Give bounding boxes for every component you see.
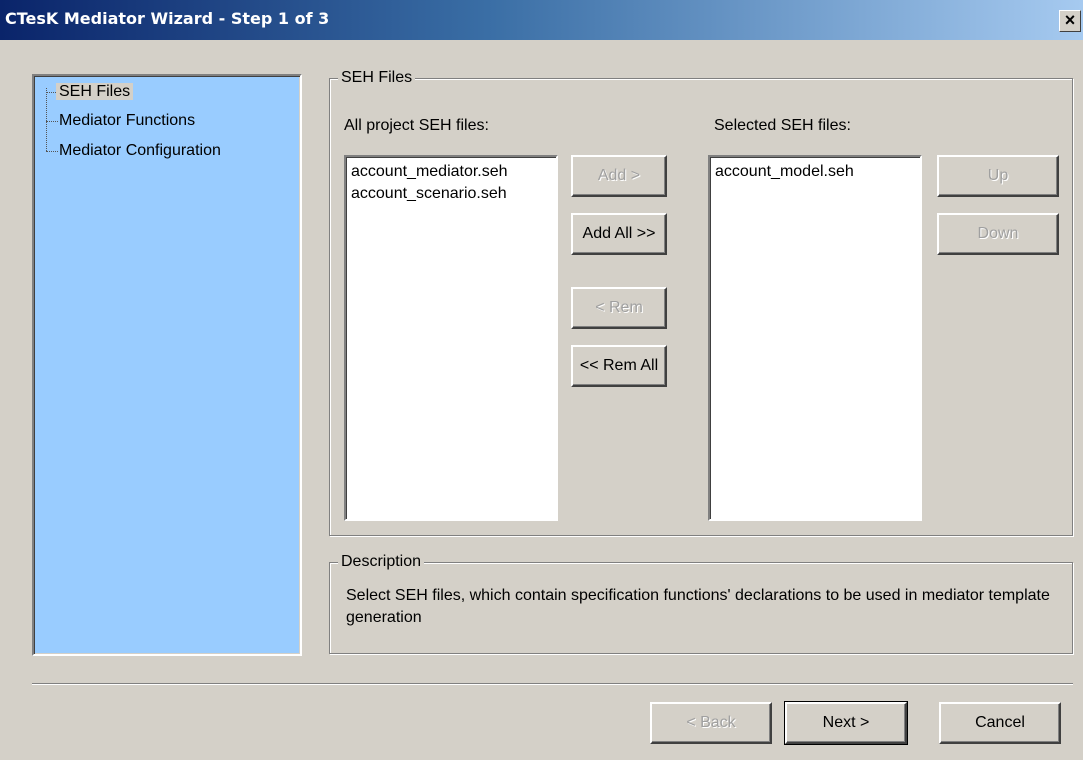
- tree-item-label: SEH Files: [56, 83, 134, 100]
- tree-item-mediator-configuration[interactable]: Mediator Configuration: [56, 140, 224, 162]
- list-item[interactable]: account_scenario.seh: [351, 183, 551, 205]
- tree-item-seh-files[interactable]: SEH Files: [56, 81, 134, 103]
- all-files-label: All project SEH files:: [344, 117, 489, 134]
- cancel-button[interactable]: Cancel: [939, 702, 1061, 744]
- tree-item-mediator-functions[interactable]: Mediator Functions: [56, 110, 198, 132]
- selected-files-list[interactable]: account_model.seh: [708, 155, 922, 521]
- list-item[interactable]: account_model.seh: [715, 161, 915, 183]
- description-text: Select SEH files, which contain specific…: [346, 587, 1050, 626]
- up-button[interactable]: Up: [937, 155, 1059, 197]
- seh-files-group-title: SEH Files: [338, 68, 416, 88]
- add-button[interactable]: Add >: [571, 155, 667, 197]
- down-button[interactable]: Down: [937, 213, 1059, 255]
- tree-item-label: Mediator Configuration: [59, 142, 221, 159]
- tree-item-label: Mediator Functions: [59, 112, 196, 129]
- remove-button[interactable]: < Rem: [571, 287, 667, 329]
- tree-connector: [46, 88, 47, 151]
- wizard-dialog: CTesK Mediator Wizard - Step 1 of 3 × SE…: [0, 0, 1083, 760]
- next-button[interactable]: Next >: [784, 701, 908, 745]
- seh-files-group: SEH Files All project SEH files: Selecte…: [329, 68, 1073, 536]
- all-files-list[interactable]: account_mediator.seh account_scenario.se…: [344, 155, 558, 521]
- remove-all-button[interactable]: << Rem All: [571, 345, 667, 387]
- footer-separator: [32, 683, 1073, 685]
- window-title: CTesK Mediator Wizard - Step 1 of 3: [5, 9, 330, 28]
- title-bar: CTesK Mediator Wizard - Step 1 of 3 ×: [0, 0, 1083, 40]
- add-all-button[interactable]: Add All >>: [571, 213, 667, 255]
- step-tree: SEH Files Mediator Functions Mediator Co…: [32, 74, 302, 656]
- back-button[interactable]: < Back: [650, 702, 772, 744]
- close-button[interactable]: ×: [1059, 10, 1081, 32]
- list-item[interactable]: account_mediator.seh: [351, 161, 551, 183]
- description-group: Description Select SEH files, which cont…: [329, 552, 1073, 654]
- description-group-title: Description: [338, 552, 425, 572]
- selected-files-label: Selected SEH files:: [714, 117, 851, 134]
